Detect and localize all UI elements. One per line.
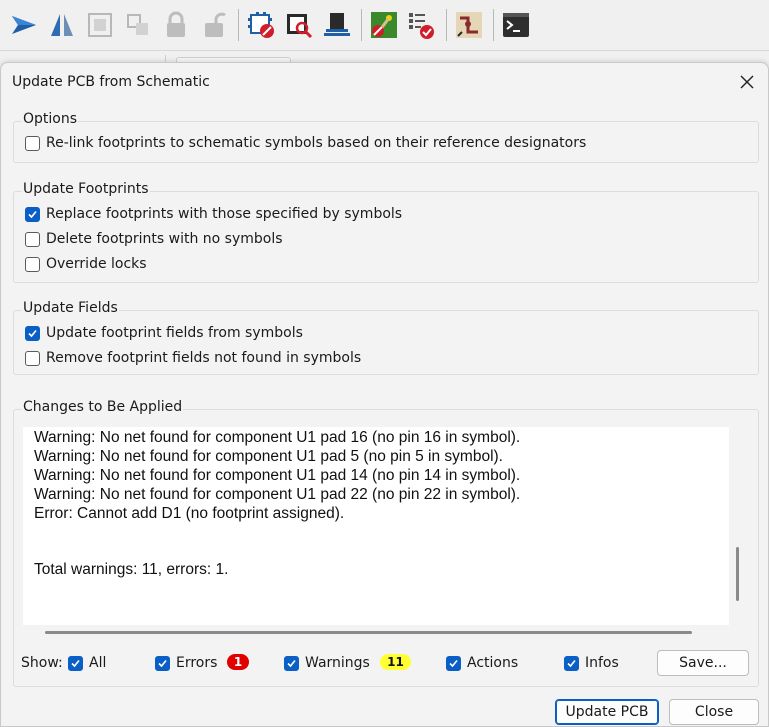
filter-errors-checkbox[interactable]: Errors	[155, 651, 217, 675]
override-locks-checkbox[interactable]: Override locks	[25, 255, 147, 273]
toolbar-separator	[493, 9, 494, 41]
delete-footprints-checkbox[interactable]: Delete footprints with no symbols	[25, 230, 283, 248]
log-summary: Total warnings: 11, errors: 1.	[34, 561, 229, 578]
unlock-icon[interactable]	[198, 9, 230, 41]
close-icon[interactable]	[731, 69, 763, 95]
log-line: Warning: No net found for component U1 p…	[34, 486, 521, 503]
log-line: Warning: No net found for component U1 p…	[34, 429, 521, 446]
update-pcb-dialog: Update PCB from Schematic Options Re-lin…	[0, 62, 769, 727]
log-vertical-scrollbar[interactable]	[736, 547, 739, 601]
filter-warnings-checkbox[interactable]: Warnings	[284, 651, 370, 675]
warnings-count-badge: 11	[380, 654, 411, 670]
remove-fields-label: Remove footprint fields not found in sym…	[46, 350, 362, 366]
log-line: Warning: No net found for component U1 p…	[34, 448, 503, 465]
remove-fields-checkbox[interactable]: Remove footprint fields not found in sym…	[25, 349, 361, 367]
filter-infos-checkbox[interactable]: Infos	[564, 651, 619, 675]
filter-all-label: All	[89, 655, 107, 671]
filter-actions-checkbox[interactable]: Actions	[446, 651, 518, 675]
route-icon[interactable]	[453, 9, 485, 41]
main-toolbar	[0, 0, 769, 50]
close-button[interactable]: Close	[669, 699, 759, 725]
checkbox-box[interactable]	[25, 350, 40, 366]
options-legend: Options	[22, 111, 79, 127]
update-footprints-group: Update Footprints Replace footprints wit…	[13, 181, 759, 283]
update-fields-label: Update footprint fields from symbols	[46, 325, 303, 341]
mirror-icon[interactable]	[46, 9, 78, 41]
update-footprints-legend: Update Footprints	[22, 181, 150, 197]
scripting-console-icon[interactable]	[500, 9, 532, 41]
delete-footprints-label: Delete footprints with no symbols	[46, 231, 283, 247]
update-pcb-button[interactable]: Update PCB	[555, 699, 659, 725]
drc-icon[interactable]	[368, 9, 400, 41]
footprint-editor-icon[interactable]	[245, 9, 277, 41]
checkbox-box[interactable]	[284, 655, 299, 671]
board-setup-icon[interactable]	[406, 9, 438, 41]
relink-label: Re-link footprints to schematic symbols …	[46, 135, 587, 151]
lock-icon[interactable]	[160, 9, 192, 41]
checkbox-box[interactable]	[25, 256, 40, 272]
show-label: Show:	[21, 655, 63, 671]
replace-footprints-label: Replace footprints with those specified …	[46, 206, 403, 222]
checkbox-box[interactable]	[446, 655, 461, 671]
replace-footprints-checkbox[interactable]: Replace footprints with those specified …	[25, 205, 402, 223]
group-icon[interactable]	[84, 9, 116, 41]
filter-infos-label: Infos	[585, 655, 619, 671]
toolbar-separator	[446, 9, 447, 41]
footprint-browser-icon[interactable]	[283, 9, 315, 41]
checkbox-box[interactable]	[155, 655, 170, 671]
override-locks-label: Override locks	[46, 256, 147, 272]
log-line: Warning: No net found for component U1 p…	[34, 467, 521, 484]
log-line: Error: Cannot add D1 (no footprint assig…	[34, 505, 345, 522]
checkbox-box[interactable]	[25, 135, 40, 151]
filter-actions-label: Actions	[467, 655, 519, 671]
filter-warnings-label: Warnings	[305, 655, 370, 671]
update-fields-legend: Update Fields	[22, 300, 119, 316]
update-fields-checkbox[interactable]: Update footprint fields from symbols	[25, 324, 303, 342]
update-pcb-icon[interactable]	[321, 9, 353, 41]
relink-checkbox[interactable]: Re-link footprints to schematic symbols …	[25, 134, 586, 152]
ungroup-icon[interactable]	[122, 9, 154, 41]
options-group: Options Re-link footprints to schematic …	[13, 111, 759, 163]
checkbox-box[interactable]	[68, 655, 83, 671]
filter-errors-label: Errors	[176, 655, 218, 671]
filter-all-checkbox[interactable]: All	[68, 651, 106, 675]
toolbar-separator	[361, 9, 362, 41]
errors-count-badge: 1	[227, 654, 249, 670]
save-report-button[interactable]: Save...	[657, 650, 749, 676]
checkbox-box[interactable]	[25, 325, 40, 341]
run-icon[interactable]	[8, 9, 40, 41]
log-horizontal-scrollbar[interactable]	[45, 631, 692, 634]
changes-log[interactable]: Warning: No net found for component U1 p…	[23, 427, 729, 625]
toolbar-separator	[238, 9, 239, 41]
checkbox-box[interactable]	[25, 206, 40, 222]
changes-legend: Changes to Be Applied	[22, 399, 184, 415]
dialog-title: Update PCB from Schematic	[12, 74, 210, 90]
checkbox-box[interactable]	[564, 655, 579, 671]
update-fields-group: Update Fields Update footprint fields fr…	[13, 300, 759, 375]
checkbox-box[interactable]	[25, 231, 40, 247]
